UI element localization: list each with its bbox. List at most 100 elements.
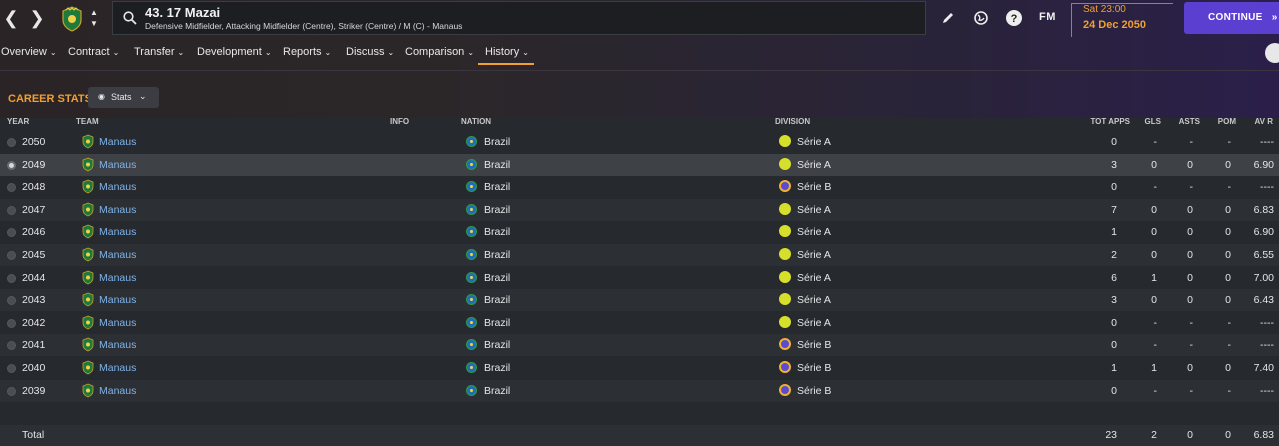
nation-cell[interactable]: Brazil (484, 249, 510, 261)
edit-icon[interactable] (939, 9, 957, 27)
row-select-radio[interactable] (7, 341, 16, 351)
nation-cell[interactable]: Brazil (484, 339, 510, 351)
pom-cell: 0 (1225, 362, 1231, 374)
avr-cell: 7.40 (1253, 362, 1274, 374)
column-header-pom[interactable]: POM (1200, 117, 1236, 126)
table-row[interactable]: 2041 Manaus Brazil Série B 0- - - ---- (0, 334, 1279, 357)
nation-cell[interactable]: Brazil (484, 272, 510, 284)
globe-icon[interactable] (972, 9, 990, 27)
row-select-radio[interactable] (7, 273, 16, 283)
division-cell[interactable]: Série A (797, 272, 831, 284)
apps-cell: 6 (1111, 271, 1117, 284)
column-header-info[interactable]: INFO (390, 117, 409, 126)
club-badge[interactable] (61, 6, 83, 32)
row-select-radio[interactable] (7, 251, 16, 260)
team-link[interactable]: Manaus (99, 385, 136, 397)
table-row[interactable]: 2047 Manaus Brazil Série A 7 0 0 0 6.83 (0, 198, 1279, 221)
nation-cell[interactable]: Brazil (484, 136, 510, 148)
table-row[interactable]: 2048 Manaus Brazil Série B 0- - - ---- (0, 176, 1279, 198)
brazil-flag-icon (466, 158, 477, 170)
table-row[interactable]: 2040 Manaus Brazil Série B 1 1 0 0 7.40 (0, 357, 1279, 379)
player-switch-arrows[interactable]: ▲ ▼ (88, 7, 100, 31)
table-row[interactable]: 2045 Manaus Brazil Série A 2 0 0 0 6.55 (0, 244, 1279, 266)
table-row[interactable]: 2043 Manaus Brazil Série A 3 0 0 0 6.43 (0, 289, 1279, 312)
fm-logo[interactable]: FM (1039, 11, 1056, 23)
team-link[interactable]: Manaus (99, 272, 136, 284)
row-select-radio[interactable] (7, 160, 16, 170)
forward-arrow-icon[interactable]: ❯ (26, 6, 48, 30)
team-link[interactable]: Manaus (99, 226, 136, 238)
tab-reports[interactable]: Reports ⌄ (283, 46, 331, 58)
row-select-radio[interactable] (7, 205, 16, 215)
tab-discuss[interactable]: Discuss ⌄ (346, 46, 394, 58)
year-cell: 2044 (22, 271, 46, 284)
row-select-radio[interactable] (7, 364, 16, 373)
tab-overview[interactable]: Overview ⌄ (1, 46, 57, 58)
team-link[interactable]: Manaus (99, 294, 136, 306)
column-header-team[interactable]: TEAM (76, 117, 99, 126)
division-cell[interactable]: Série A (797, 136, 831, 148)
row-select-radio[interactable] (7, 318, 16, 328)
tab-comparison[interactable]: Comparison ⌄ (405, 46, 474, 58)
column-header-assists[interactable]: ASTS (1160, 117, 1200, 126)
column-header-year[interactable]: YEAR (7, 117, 29, 126)
team-link[interactable]: Manaus (99, 136, 136, 148)
nation-cell[interactable]: Brazil (484, 159, 510, 171)
division-cell[interactable]: Série B (797, 181, 831, 193)
tab-transfer[interactable]: Transfer ⌄ (134, 46, 184, 58)
row-select-radio[interactable] (7, 228, 16, 238)
division-cell[interactable]: Série B (797, 339, 831, 351)
division-cell[interactable]: Série B (797, 385, 831, 397)
table-row[interactable]: 2039 Manaus Brazil Série B 0- - - ---- (0, 379, 1279, 402)
assists-cell: - (1189, 339, 1194, 352)
team-link[interactable]: Manaus (99, 181, 136, 193)
back-arrow-icon[interactable]: ❮ (0, 6, 22, 30)
row-select-radio[interactable] (7, 296, 16, 306)
nation-cell[interactable]: Brazil (484, 362, 510, 374)
column-header-apps[interactable]: TOT APPS (1070, 117, 1130, 126)
team-link[interactable]: Manaus (99, 204, 136, 216)
division-cell[interactable]: Série A (797, 294, 831, 306)
row-select-radio[interactable] (7, 386, 16, 396)
division-cell[interactable]: Série A (797, 226, 831, 238)
tab-development[interactable]: Development ⌄ (197, 46, 272, 58)
table-row[interactable]: 2042 Manaus Brazil Série A 0- - - ---- (0, 312, 1279, 334)
nation-cell[interactable]: Brazil (484, 226, 510, 238)
team-link[interactable]: Manaus (99, 362, 136, 374)
table-row[interactable]: 2049 Manaus Brazil Série A 3 0 0 0 6.90 (0, 153, 1279, 176)
stats-view-dropdown[interactable]: ◉ Stats ⌄ (88, 87, 159, 108)
team-link[interactable]: Manaus (99, 339, 136, 351)
continue-button[interactable]: CONTINUE » (1184, 2, 1279, 34)
team-link[interactable]: Manaus (99, 317, 136, 329)
nation-cell[interactable]: Brazil (484, 317, 510, 329)
nation-cell[interactable]: Brazil (484, 204, 510, 216)
player-search-box[interactable]: 43. 17 Mazai Defensive Midfielder, Attac… (112, 1, 926, 35)
division-cell[interactable]: Série A (797, 159, 831, 171)
table-row[interactable]: 2046 Manaus Brazil Série A 1 0 0 0 6.90 (0, 221, 1279, 243)
column-header-division[interactable]: DIVISION (775, 117, 810, 126)
division-cell[interactable]: Série A (797, 204, 831, 216)
tab-history[interactable]: History ⌄ (485, 46, 529, 58)
row-select-radio[interactable] (7, 183, 16, 193)
column-header-nation[interactable]: NATION (461, 117, 491, 126)
tab-contract[interactable]: Contract ⌄ (68, 46, 119, 58)
chevron-down-icon: ⌄ (177, 48, 185, 57)
date-time: Sat 23:00 (1083, 4, 1126, 15)
nation-cell[interactable]: Brazil (484, 181, 510, 193)
column-header-goals[interactable]: GLS (1130, 117, 1161, 126)
brazil-flag-icon (466, 294, 477, 306)
game-date[interactable]: Sat 23:00 24 Dec 2050 (1071, 3, 1173, 37)
team-link[interactable]: Manaus (99, 249, 136, 261)
profile-toggle-button[interactable] (1265, 43, 1279, 63)
division-cell[interactable]: Série B (797, 362, 831, 374)
table-row[interactable]: 2044 Manaus Brazil Série A 6 1 0 0 7.00 (0, 267, 1279, 289)
division-cell[interactable]: Série A (797, 249, 831, 261)
nation-cell[interactable]: Brazil (484, 294, 510, 306)
table-row[interactable]: 2050 Manaus Brazil Série A 0- - - ---- (0, 131, 1279, 153)
row-select-radio[interactable] (7, 138, 16, 147)
nation-cell[interactable]: Brazil (484, 385, 510, 397)
team-link[interactable]: Manaus (99, 159, 136, 171)
column-header-avr[interactable]: AV R (1236, 117, 1273, 126)
help-icon[interactable]: ? (1005, 9, 1023, 27)
division-cell[interactable]: Série A (797, 317, 831, 329)
